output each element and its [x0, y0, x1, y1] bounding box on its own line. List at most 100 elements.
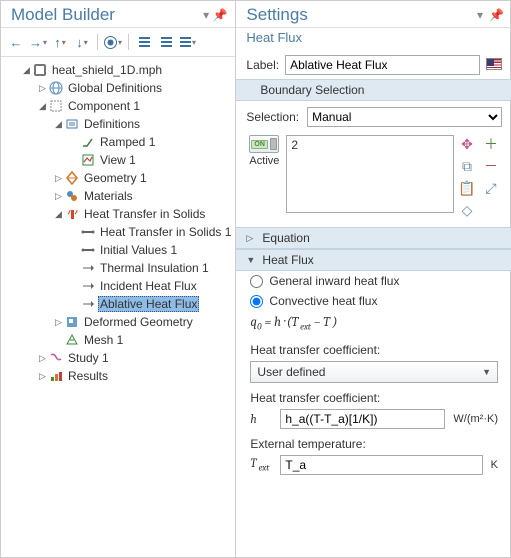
- down-button[interactable]: ↓: [73, 32, 91, 52]
- tree-label[interactable]: Definitions: [82, 116, 142, 132]
- h-input[interactable]: [280, 409, 445, 429]
- radio-general-inward[interactable]: [250, 275, 263, 288]
- clear-icon[interactable]: ◇: [458, 201, 476, 219]
- selection-label: Selection:: [246, 110, 299, 124]
- chevron-down-icon[interactable]: ▾: [477, 8, 483, 22]
- tree-label[interactable]: Ablative Heat Flux: [98, 296, 199, 312]
- section-title: Boundary Selection: [260, 83, 364, 97]
- tree-initial-values[interactable]: Initial Values 1: [5, 241, 233, 259]
- expand-icon[interactable]: ◢: [21, 65, 32, 76]
- tree-label[interactable]: Component 1: [66, 98, 142, 114]
- show-button[interactable]: [104, 32, 122, 52]
- toolbar-separator: [97, 34, 98, 50]
- settings-title: Settings: [246, 5, 307, 25]
- tree-label[interactable]: Incident Heat Flux: [98, 278, 199, 294]
- tree-label[interactable]: Heat Transfer in Solids 1: [98, 224, 233, 240]
- list-item[interactable]: 2: [291, 138, 449, 152]
- tree-ramped[interactable]: Ramped 1: [5, 133, 233, 151]
- section-title: Equation: [262, 231, 309, 245]
- tree-label[interactable]: Global Definitions: [66, 80, 164, 96]
- tree-component[interactable]: ◢ Component 1: [5, 97, 233, 115]
- tree-label[interactable]: Mesh 1: [82, 332, 125, 348]
- tree-label[interactable]: Thermal Insulation 1: [98, 260, 211, 276]
- active-label: Active: [249, 155, 279, 167]
- mesh-icon: [64, 332, 80, 348]
- tree-view[interactable]: View 1: [5, 151, 233, 169]
- tree-deformed-geometry[interactable]: ▷ Deformed Geometry: [5, 313, 233, 331]
- up-button[interactable]: ↑: [51, 32, 69, 52]
- component-icon: [48, 98, 64, 114]
- tree-global-definitions[interactable]: ▷ Global Definitions: [5, 79, 233, 97]
- label-input[interactable]: [285, 55, 480, 75]
- tree-label[interactable]: View 1: [98, 152, 138, 168]
- zoom-selection-icon[interactable]: ✥: [458, 135, 476, 153]
- expand-selection-icon[interactable]: ⤢: [482, 179, 500, 197]
- expand-icon[interactable]: ▷: [37, 371, 48, 382]
- text-unit: K: [491, 459, 498, 471]
- section-boundary-selection[interactable]: Boundary Selection: [236, 79, 511, 101]
- paste-icon[interactable]: 📋: [458, 179, 476, 197]
- remove-icon[interactable]: －: [482, 157, 500, 175]
- tree-incident-heat-flux[interactable]: Incident Heat Flux: [5, 277, 233, 295]
- tree-heat-transfer[interactable]: ◢ Heat Transfer in Solids: [5, 205, 233, 223]
- htc-type-select[interactable]: User defined ▼: [250, 361, 498, 383]
- text-input[interactable]: [280, 455, 482, 475]
- tree-ht-solids[interactable]: Heat Transfer in Solids 1: [5, 223, 233, 241]
- expand-icon[interactable]: ▷: [246, 233, 256, 244]
- geometry-icon: [64, 170, 80, 186]
- active-toggle[interactable]: ON: [249, 135, 279, 153]
- expand-icon[interactable]: ◢: [53, 119, 64, 130]
- tree-label[interactable]: heat_shield_1D.mph: [50, 62, 164, 78]
- tree-geometry[interactable]: ▷ Geometry 1: [5, 169, 233, 187]
- collapse-icon[interactable]: ▼: [246, 255, 256, 265]
- boundary-icon: [80, 260, 96, 276]
- label-label: Label:: [246, 58, 279, 72]
- pin-icon[interactable]: ▾ 📌: [203, 8, 227, 22]
- section-equation[interactable]: ▷ Equation: [236, 227, 511, 249]
- section-heat-flux[interactable]: ▼ Heat Flux: [236, 249, 511, 271]
- tree-label[interactable]: Materials: [82, 188, 135, 204]
- expand-icon[interactable]: ▷: [37, 83, 48, 94]
- text-symbol: T ext: [250, 456, 272, 473]
- feature-icon: [80, 224, 96, 240]
- settings-subtitle: Heat Flux: [236, 28, 511, 51]
- tree-materials[interactable]: ▷ Materials: [5, 187, 233, 205]
- expand-icon[interactable]: ◢: [37, 101, 48, 112]
- tree-thermal-insulation[interactable]: Thermal Insulation 1: [5, 259, 233, 277]
- tree-ablative-heat-flux[interactable]: Ablative Heat Flux: [5, 295, 233, 313]
- forward-button[interactable]: →: [29, 32, 47, 52]
- study-icon: [48, 350, 64, 366]
- tree-label[interactable]: Heat Transfer in Solids: [82, 206, 207, 222]
- tree-label[interactable]: Study 1: [66, 350, 111, 366]
- expand-icon[interactable]: ▷: [53, 173, 64, 184]
- expand-icon[interactable]: ◢: [53, 209, 64, 220]
- model-tree[interactable]: ◢ heat_shield_1D.mph ▷ Global Definition…: [1, 57, 235, 557]
- tree-definitions[interactable]: ◢ Definitions: [5, 115, 233, 133]
- copy-icon[interactable]: ⧉: [458, 157, 476, 175]
- expand-button[interactable]: [157, 32, 175, 52]
- radio-convective[interactable]: [250, 295, 263, 308]
- tree-label[interactable]: Initial Values 1: [98, 242, 179, 258]
- locale-flag-icon[interactable]: [486, 58, 502, 73]
- tree-study[interactable]: ▷ Study 1: [5, 349, 233, 367]
- selection-dropdown[interactable]: Manual: [307, 107, 502, 127]
- list-button[interactable]: [179, 32, 197, 52]
- tree-label[interactable]: Geometry 1: [82, 170, 149, 186]
- view-icon: [80, 152, 96, 168]
- expand-icon[interactable]: ▷: [37, 353, 48, 364]
- tree-mesh[interactable]: Mesh 1: [5, 331, 233, 349]
- collapse-button[interactable]: [135, 32, 153, 52]
- tree-results[interactable]: ▷ Results: [5, 367, 233, 385]
- tree-label[interactable]: Ramped 1: [98, 134, 157, 150]
- tree-label[interactable]: Deformed Geometry: [82, 314, 195, 330]
- tree-root[interactable]: ◢ heat_shield_1D.mph: [5, 61, 233, 79]
- toolbar-separator: [128, 34, 129, 50]
- tree-label[interactable]: Results: [66, 368, 110, 384]
- add-icon[interactable]: ＋: [482, 135, 500, 153]
- expand-icon[interactable]: ▷: [53, 317, 64, 328]
- back-button[interactable]: ←: [7, 32, 25, 52]
- pin-icon[interactable]: 📌: [489, 8, 504, 22]
- selection-list[interactable]: 2: [286, 135, 454, 213]
- deformed-icon: [64, 314, 80, 330]
- expand-icon[interactable]: ▷: [53, 191, 64, 202]
